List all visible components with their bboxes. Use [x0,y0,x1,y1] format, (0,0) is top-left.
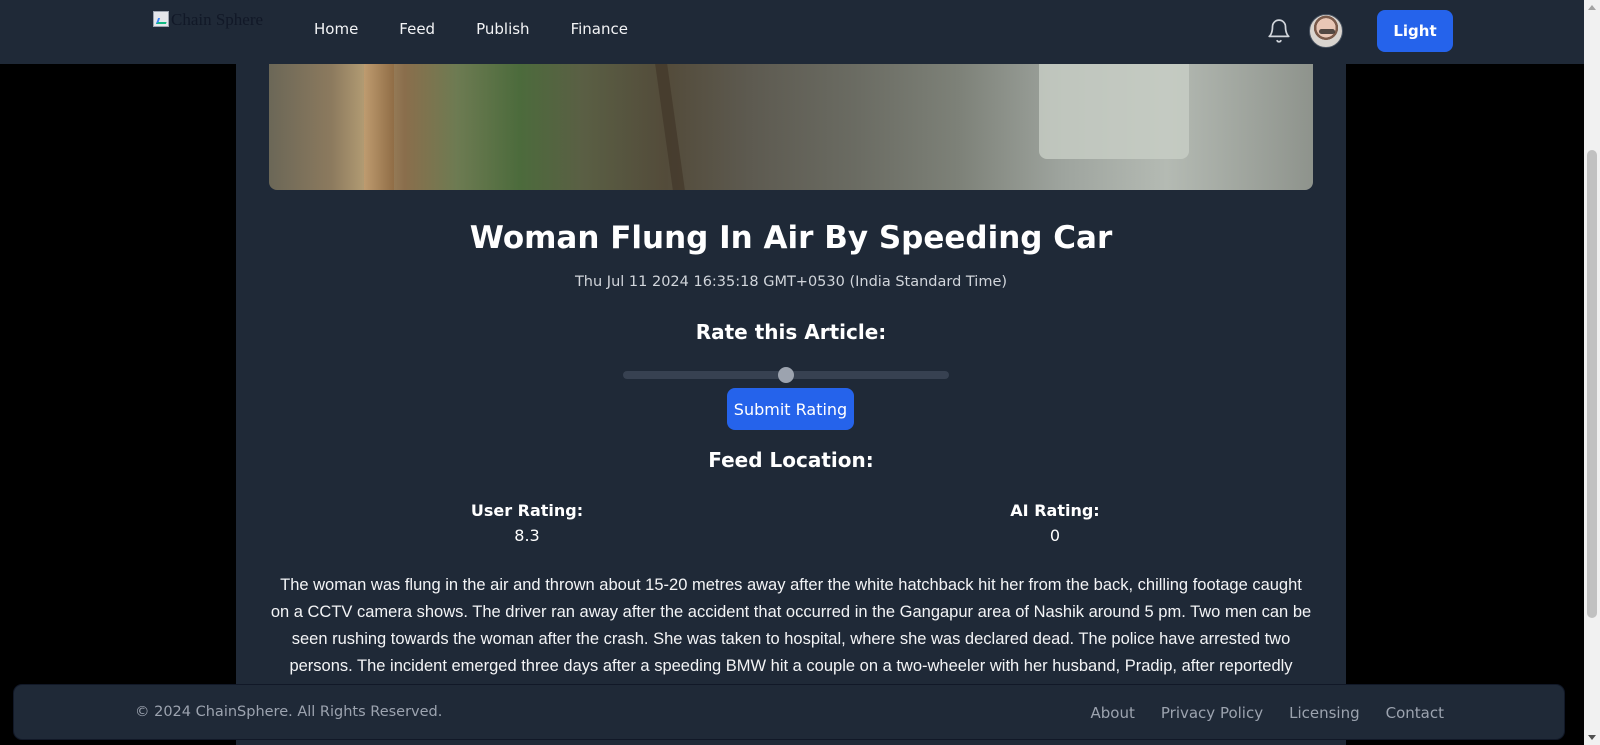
ai-rating: AI Rating: 0 [955,501,1155,545]
rating-slider-thumb[interactable] [778,367,794,383]
nav-finance[interactable]: Finance [571,20,628,38]
footer-link-about[interactable]: About [1091,704,1135,722]
footer-links: About Privacy Policy Licensing Contact [1065,704,1444,722]
user-rating-value: 8.3 [514,526,540,545]
logo[interactable]: Chain Sphere [153,10,263,50]
rating-slider[interactable] [623,367,949,383]
top-navbar: Chain Sphere Home Feed Publish Finance L… [0,0,1584,64]
submit-rating-button[interactable]: Submit Rating [727,388,854,430]
scroll-up-arrow-icon[interactable] [1588,5,1596,10]
theme-toggle-button[interactable]: Light [1377,10,1453,52]
article-date: Thu Jul 11 2024 16:35:18 GMT+0530 (India… [574,274,1008,290]
nav-links: Home Feed Publish Finance [314,20,669,38]
user-rating-label: User Rating: [470,501,584,520]
footer: © 2024 ChainSphere. All Rights Reserved.… [14,685,1564,739]
nav-home[interactable]: Home [314,20,358,38]
nav-feed[interactable]: Feed [399,20,435,38]
ai-rating-value: 0 [1049,526,1061,545]
article-card: Woman Flung In Air By Speeding Car Thu J… [236,64,1346,745]
footer-link-contact[interactable]: Contact [1386,704,1444,722]
footer-link-licensing[interactable]: Licensing [1289,704,1360,722]
feed-location-label: Feed Location: [708,448,874,472]
user-rating: User Rating: 8.3 [427,501,627,545]
rate-label: Rate this Article: [695,320,887,344]
bell-icon[interactable] [1266,18,1292,44]
nav-publish[interactable]: Publish [476,20,529,38]
scroll-down-arrow-icon[interactable] [1588,735,1596,740]
scrollbar-thumb[interactable] [1587,150,1597,618]
page-scrollbar[interactable] [1584,0,1600,745]
broken-image-icon [153,11,169,27]
article-title: Woman Flung In Air By Speeding Car [469,220,1113,256]
footer-link-privacy[interactable]: Privacy Policy [1161,704,1263,722]
user-avatar[interactable] [1309,14,1343,48]
copyright: © 2024 ChainSphere. All Rights Reserved. [135,704,443,720]
logo-alt-text: Chain Sphere [171,10,264,29]
ai-rating-label: AI Rating: [1010,501,1100,520]
article-image [269,64,1313,190]
